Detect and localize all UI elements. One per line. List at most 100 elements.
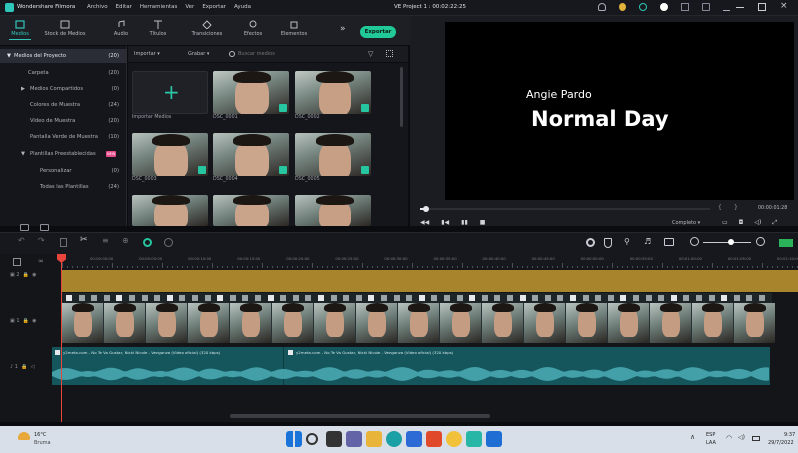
sidebar-item-shared-media[interactable]: ▶ Medios Compartidos (0) [0, 82, 127, 96]
file-explorer-icon[interactable] [366, 431, 382, 447]
add-track-icon[interactable] [13, 258, 21, 266]
chrome-icon[interactable] [446, 431, 462, 447]
import-media-tile[interactable]: + [132, 71, 208, 114]
crop-icon[interactable]: ⊕ [122, 236, 129, 245]
new-folder-icon[interactable] [20, 224, 29, 231]
volume-icon[interactable]: ◁) [754, 219, 761, 227]
task-view-icon[interactable] [326, 431, 342, 447]
zoom-in-icon[interactable] [756, 237, 765, 246]
record-dropdown[interactable]: Grabar ▾ [188, 51, 209, 57]
render-icon[interactable] [586, 238, 595, 247]
media-clip-thumbnail[interactable] [132, 195, 208, 226]
store-icon[interactable] [406, 431, 422, 447]
export-button[interactable]: Exportar [360, 26, 396, 38]
zoom-out-icon[interactable] [690, 237, 699, 246]
minimize-button[interactable] [736, 7, 744, 8]
pause-icon[interactable]: ▮▮ [461, 219, 468, 226]
media-clip-thumbnail[interactable] [295, 195, 371, 226]
sidebar-item-folder[interactable]: Carpeta (20) [0, 66, 127, 80]
fullscreen-icon[interactable]: ⤢ [772, 219, 777, 227]
monitor-icon[interactable]: ▭ [722, 219, 728, 227]
sidebar-item-green-screen[interactable]: Pantalla Verde de Muestra (10) [0, 130, 127, 144]
clock-date[interactable]: 29/7/2022 [768, 440, 794, 446]
teams-icon[interactable] [346, 431, 362, 447]
speed-icon[interactable] [164, 238, 173, 247]
cut-icon[interactable]: ✂ [80, 235, 88, 245]
filmora-taskbar-icon[interactable] [466, 431, 482, 447]
wifi-icon[interactable]: ◠ [726, 434, 732, 442]
language-label[interactable]: ESP [706, 432, 715, 438]
zoom-slider[interactable] [703, 242, 751, 243]
clock-time[interactable]: 9:37 [784, 432, 795, 438]
search-input[interactable] [238, 48, 358, 59]
mark-in-icon[interactable]: { [718, 204, 722, 211]
sidebar-item-templates[interactable]: ▼ Plantillas Preestablecidas NEW [0, 147, 127, 161]
audio-meter-icon[interactable] [779, 239, 793, 247]
audio-track[interactable]: y2meta.com - No Te Va Gustar, Nicki Nico… [52, 347, 770, 385]
tab-transiciones[interactable]: Transiciones [185, 19, 229, 43]
timeline-scrollbar[interactable] [230, 414, 490, 418]
mark-out-icon[interactable]: } [734, 204, 738, 211]
snapshot-icon[interactable]: ◘ [739, 219, 744, 227]
menu-herramientas[interactable]: Herramientas [140, 4, 177, 10]
playhead[interactable] [61, 254, 62, 422]
sidebar-item-sample-colors[interactable]: Colores de Muestra (24) [0, 98, 127, 112]
sidebar-item-sample-video[interactable]: Video de Muestra (20) [0, 114, 127, 128]
tab-audio[interactable]: Audio [110, 19, 132, 43]
menu-ayuda[interactable]: Ayuda [234, 4, 251, 10]
color-icon[interactable] [143, 238, 152, 247]
video-track-clip[interactable] [62, 293, 775, 343]
tab-titulos[interactable]: Títulos [145, 19, 171, 43]
marker-icon[interactable]: ⚲ [624, 237, 630, 246]
media-clip-thumbnail[interactable] [213, 133, 289, 176]
folder-icon[interactable] [40, 224, 49, 231]
headset-icon[interactable] [639, 3, 647, 11]
shield-icon[interactable] [604, 238, 612, 248]
theme-icon[interactable] [660, 3, 668, 11]
zoom-handle[interactable] [728, 239, 734, 245]
media-clip-thumbnail[interactable] [295, 71, 371, 114]
menu-exportar[interactable]: Exportar [202, 4, 226, 10]
redo-icon[interactable]: ↷ [38, 236, 45, 245]
link-icon[interactable]: ∞ [38, 257, 44, 265]
menu-ver[interactable]: Ver [185, 4, 194, 10]
close-button[interactable]: × [780, 1, 788, 11]
overlay-track-clip[interactable] [62, 270, 798, 292]
grid-view-icon[interactable] [386, 50, 393, 57]
restore-button[interactable] [758, 3, 766, 11]
adjust-icon[interactable]: ≡ [102, 236, 109, 245]
undo-icon[interactable]: ↶ [18, 236, 25, 245]
media-scrollbar[interactable] [400, 67, 403, 127]
weather-icon[interactable] [18, 432, 30, 440]
office-icon[interactable] [426, 431, 442, 447]
battery-icon[interactable] [752, 436, 760, 441]
prev-frame-icon[interactable]: ◀◀ [420, 219, 429, 226]
voiceover-icon[interactable]: ♬ [644, 237, 651, 246]
more-tabs-icon[interactable]: » [340, 24, 346, 34]
filter-icon[interactable]: ▽ [368, 50, 373, 58]
download-icon[interactable] [723, 3, 730, 11]
tab-medios[interactable]: Medios [2, 19, 38, 43]
sidebar-item-project-media[interactable]: ▼ Medios del Proyecto (20) [0, 49, 127, 63]
tray-chevron-icon[interactable]: ∧ [690, 433, 695, 441]
timeline-ruler[interactable]: 00:00:00:00 00:00:05:00 00:00:10:00 00:00:1… [62, 254, 798, 268]
subtitle-icon[interactable] [664, 238, 674, 246]
media-clip-thumbnail[interactable] [213, 71, 289, 114]
edge-icon[interactable] [386, 431, 402, 447]
sidebar-item-all-templates[interactable]: Todas las Plantillas (24) [0, 180, 127, 194]
delete-icon[interactable] [60, 238, 67, 247]
cloud-icon[interactable] [598, 3, 606, 11]
volume-tray-icon[interactable]: ◁) [738, 434, 745, 441]
preview-progress-bar[interactable] [420, 206, 710, 212]
step-back-icon[interactable]: ▮◀ [441, 219, 449, 226]
app-taskbar-icon[interactable] [486, 431, 502, 447]
progress-handle[interactable] [422, 206, 429, 212]
grid-icon[interactable] [681, 3, 689, 11]
search-taskbar-icon[interactable] [306, 433, 318, 445]
sidebar-item-custom[interactable]: Personalizar (0) [0, 164, 127, 178]
bulb-icon[interactable] [619, 3, 626, 11]
tab-elementos[interactable]: Elementos [276, 19, 312, 43]
preview-video[interactable]: Angie Pardo Normal Day [445, 22, 794, 200]
stop-icon[interactable]: ■ [480, 219, 486, 226]
media-clip-thumbnail[interactable] [295, 133, 371, 176]
